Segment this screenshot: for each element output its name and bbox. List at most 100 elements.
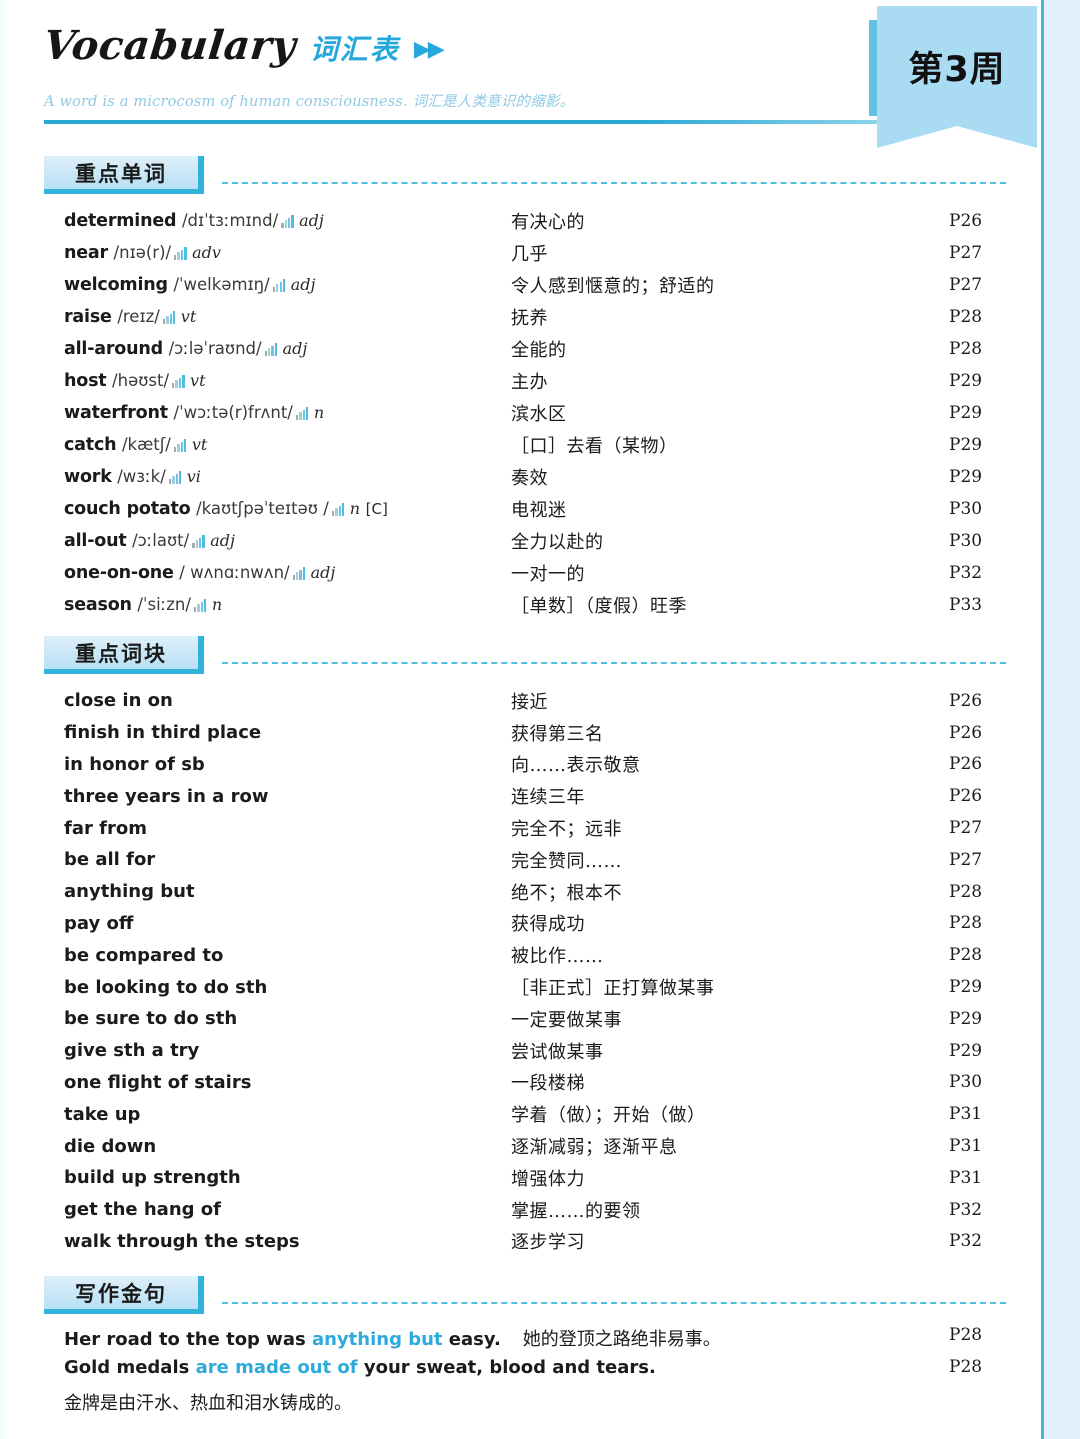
audio-bars-icon[interactable] (192, 535, 207, 548)
phrase-entry: three years in a row (64, 785, 269, 807)
table-row: be all for 完全赞同…… P27 (44, 844, 1006, 876)
definition-chinese: 几乎 (511, 244, 548, 265)
table-row: anything but 绝不；根本不 P28 (44, 876, 1006, 908)
phrase-entry: pay off (64, 912, 134, 934)
definition-chinese: 抚养 (511, 308, 548, 329)
page-reference: P28 (949, 1325, 983, 1345)
definition-chinese: ［口］去看（某物） (511, 436, 678, 457)
table-row: season /ˈsiːzn/n ［单数］（度假）旺季 P33 (44, 589, 1006, 621)
section-tab-sentences: 写作金句 (44, 1276, 204, 1314)
word-part-of-speech: adj (210, 531, 235, 550)
table-row: pay off 获得成功 P28 (44, 908, 1006, 940)
table-row: walk through the steps 逐步学习 P32 (44, 1226, 1006, 1258)
definition-chinese: 尝试做某事 (511, 1041, 604, 1063)
title-english: Vocabulary (41, 22, 299, 69)
page-reference: P30 (949, 531, 983, 551)
page-reference: P26 (949, 754, 983, 775)
sentence-row: Gold medals are made out of your sweat, … (44, 1357, 1006, 1389)
page-reference: P28 (949, 881, 983, 902)
table-row: give sth a try 尝试做某事 P29 (44, 1035, 1006, 1067)
word-phonetic: /ˈwɔːtə(r)frʌnt/ (173, 403, 293, 422)
word-part-of-speech: vi (186, 467, 201, 486)
table-row: three years in a row 连续三年 P26 (44, 780, 1006, 812)
page-reference: P26 (949, 722, 983, 743)
word-part-of-speech: n (313, 403, 325, 422)
page-reference: P29 (949, 1008, 983, 1029)
audio-bars-icon[interactable] (173, 439, 189, 452)
table-row: take up 学着（做）；开始（做） P31 (44, 1098, 1006, 1130)
page-reference: P27 (949, 243, 983, 263)
phrase-entry: walk through the steps (64, 1230, 300, 1252)
highlighted-phrase: anything but (311, 1329, 443, 1350)
table-row: couch potato /kaʊtʃpəˈteɪtəʊ / n [C] 电视迷 P3… (44, 493, 1006, 525)
word-headword: all-around (64, 339, 163, 359)
word-list: determined /dɪˈtɜːmɪnd/adj 有决心的 P26 near /n… (44, 205, 1006, 621)
word-phonetic: /həʊst/ (112, 371, 170, 390)
audio-bars-icon[interactable] (174, 247, 189, 260)
vocabulary-page: 第3周 Vocabulary 词汇表 ▶▶ A word is a microc… (0, 0, 1080, 1439)
table-row: far from 完全不；远非 P27 (44, 812, 1006, 844)
page-reference: P26 (949, 786, 983, 807)
section-tab-phrases: 重点词块 (44, 636, 204, 674)
audio-bars-icon[interactable] (193, 599, 209, 612)
highlighted-phrase: are made out of (195, 1357, 358, 1378)
phrase-entry: far from (64, 817, 147, 839)
section-tab-words: 重点单词 (44, 156, 204, 194)
week-badge-label: 第3周 (908, 49, 1006, 90)
word-phonetic: /ɔːlaʊt/ (132, 531, 190, 550)
word-part-of-speech: vt (190, 371, 206, 390)
vocabulary-entry: all-out /ɔːlaʊt/adj (64, 531, 504, 551)
word-headword: season (64, 595, 132, 615)
right-blue-strip (1044, 0, 1080, 1439)
audio-bars-icon[interactable] (295, 407, 311, 420)
audio-bars-icon[interactable] (331, 503, 347, 516)
audio-bars-icon[interactable] (172, 375, 187, 388)
definition-chinese: 全能的 (511, 340, 567, 361)
page-reference: P27 (949, 849, 983, 870)
page-reference: P27 (949, 275, 983, 295)
page-reference: P31 (949, 1136, 983, 1157)
phrase-entry: be all for (64, 849, 156, 871)
page-reference: P31 (949, 1167, 983, 1188)
page-reference: P29 (949, 467, 983, 487)
sentence-chinese: 金牌是由汗水、热血和泪水铸成的。 (64, 1393, 352, 1414)
sentence-row: Her road to the top was anything but eas… (44, 1325, 1006, 1357)
audio-bars-icon[interactable] (292, 567, 308, 580)
word-headword: all-out (64, 531, 127, 551)
word-phonetic: /nɪə(r)/ (113, 243, 172, 262)
definition-chinese: 接近 (511, 691, 548, 713)
page-reference: P28 (949, 1357, 983, 1377)
definition-chinese: 学着（做）；开始（做） (511, 1105, 706, 1127)
sentence-translation-row: 金牌是由汗水、热血和泪水铸成的。 (44, 1389, 1006, 1421)
table-row: waterfront /ˈwɔːtə(r)frʌnt/n 滨水区 P29 (44, 397, 1006, 429)
week-badge-notch (877, 126, 1037, 148)
phrase-entry: get the hang of (64, 1199, 221, 1221)
vocabulary-entry: raise /reɪz/vt (64, 307, 504, 327)
definition-chinese: 连续三年 (511, 787, 585, 809)
phrase-entry: close in on (64, 690, 173, 712)
double-chevron-right-icon: ▶▶ (413, 36, 445, 61)
word-headword: raise (64, 307, 112, 327)
word-part-of-speech: adj (282, 339, 308, 358)
audio-bars-icon[interactable] (264, 343, 280, 356)
table-row: finish in third place 获得第三名 P26 (44, 717, 1006, 749)
audio-bars-icon[interactable] (168, 471, 184, 484)
audio-bars-icon[interactable] (162, 311, 178, 324)
definition-chinese: 完全赞同…… (511, 850, 622, 872)
word-headword: waterfront (64, 403, 168, 423)
audio-bars-icon[interactable] (272, 279, 288, 292)
word-part-of-speech: vt (191, 435, 208, 454)
audio-bars-icon[interactable] (281, 215, 296, 228)
definition-chinese: 逐渐减弱；逐渐平息 (511, 1137, 678, 1159)
word-headword: one-on-one (64, 563, 174, 583)
page-reference: P32 (949, 563, 983, 583)
vocabulary-entry: waterfront /ˈwɔːtə(r)frʌnt/n (64, 403, 504, 423)
phrase-entry: in honor of sb (64, 753, 205, 775)
page-reference: P32 (949, 1231, 983, 1252)
phrase-entry: be looking to do sth (64, 976, 268, 998)
definition-chinese: 一定要做某事 (511, 1009, 622, 1031)
week-badge: 第3周 (869, 6, 1037, 148)
phrase-entry: finish in third place (64, 722, 262, 744)
vocabulary-entry: work /wɜːk/vi (64, 467, 504, 487)
word-phonetic: /ɔːləˈraʊnd/ (168, 339, 262, 358)
